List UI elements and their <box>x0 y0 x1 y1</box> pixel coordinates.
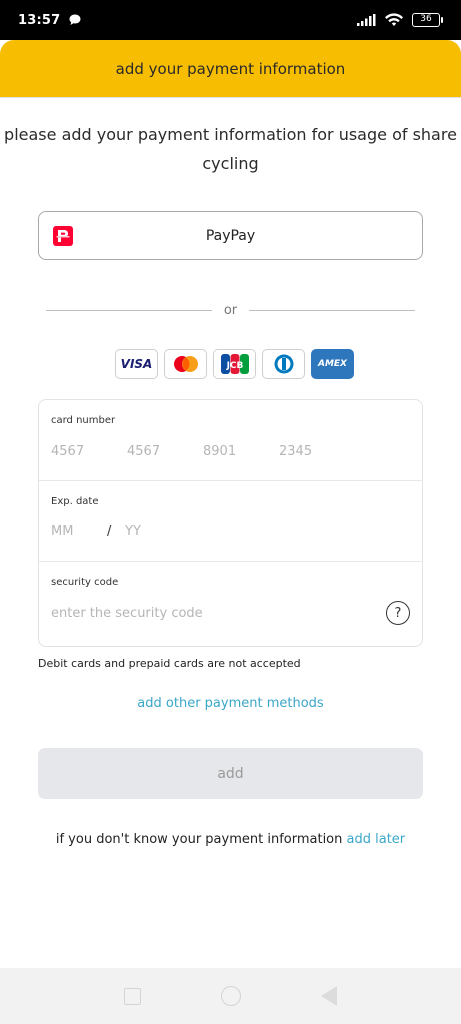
card-number-field[interactable]: card number 4567 4567 8901 2345 <box>39 400 422 481</box>
card-number-label: card number <box>51 415 116 426</box>
security-code-label: security code <box>51 577 119 588</box>
status-time: 13:57 <box>18 12 61 28</box>
card-number-segment-1[interactable]: 4567 <box>51 444 111 459</box>
exp-month-input[interactable]: MM <box>51 524 73 539</box>
security-code-field[interactable]: security code enter the security code <box>39 562 422 647</box>
amex-logo-icon: AMEX <box>311 349 354 379</box>
exp-date-slash: / <box>107 524 112 539</box>
security-code-input[interactable]: enter the security code <box>51 606 203 621</box>
paypay-logo-icon <box>53 226 73 246</box>
add-later-link[interactable]: add later <box>347 832 406 847</box>
exp-year-input[interactable]: YY <box>125 524 141 539</box>
exp-date-field[interactable]: Exp. date <box>39 481 422 562</box>
divider-line-left <box>46 309 212 311</box>
battery-icon: 36 <box>412 13 443 27</box>
battery-level: 36 <box>412 13 440 27</box>
status-icons: 36 <box>356 13 443 27</box>
status-bar: 13:57 36 <box>0 0 461 40</box>
card-number-segment-3[interactable]: 8901 <box>203 444 263 459</box>
diners-club-logo-icon <box>262 349 305 379</box>
add-later-row: if you don't know your payment informati… <box>0 832 461 847</box>
card-number-segment-4[interactable]: 2345 <box>279 444 339 459</box>
intro-text: please add your payment information for … <box>4 125 457 173</box>
add-other-payment-methods-link[interactable]: add other payment methods <box>0 696 461 711</box>
card-number-segment-2[interactable]: 4567 <box>127 444 187 459</box>
add-button[interactable]: add <box>38 748 423 799</box>
help-icon[interactable]: ? <box>386 601 410 625</box>
jcb-logo-icon: JCB <box>213 349 256 379</box>
paypay-button[interactable]: PayPay <box>38 211 423 260</box>
chat-bubble-icon <box>69 14 81 25</box>
exp-date-label: Exp. date <box>51 496 99 507</box>
visa-logo-icon: VISA <box>115 349 158 379</box>
back-icon[interactable] <box>321 986 337 1006</box>
signal-icon <box>357 14 376 26</box>
system-nav-bar <box>0 968 461 1024</box>
card-restriction-note: Debit cards and prepaid cards are not ac… <box>38 657 301 670</box>
page-header: add your payment information <box>0 40 461 98</box>
paypay-label: PayPay <box>205 227 256 244</box>
page-title: add your payment information <box>115 59 346 78</box>
or-divider: or <box>46 300 415 320</box>
divider-line-right <box>249 309 415 311</box>
wifi-icon <box>385 13 403 26</box>
mastercard-logo-icon <box>164 349 207 379</box>
svg-text:JCB: JCB <box>225 361 243 371</box>
card-form: card number 4567 4567 8901 2345 Exp. dat… <box>38 399 423 647</box>
recents-icon[interactable] <box>124 987 141 1005</box>
add-later-text: if you don't know your payment informati… <box>55 832 343 847</box>
card-brand-logos: VISA JCB AMEX <box>115 349 354 379</box>
home-icon[interactable] <box>221 986 241 1006</box>
divider-text: or <box>223 302 238 318</box>
